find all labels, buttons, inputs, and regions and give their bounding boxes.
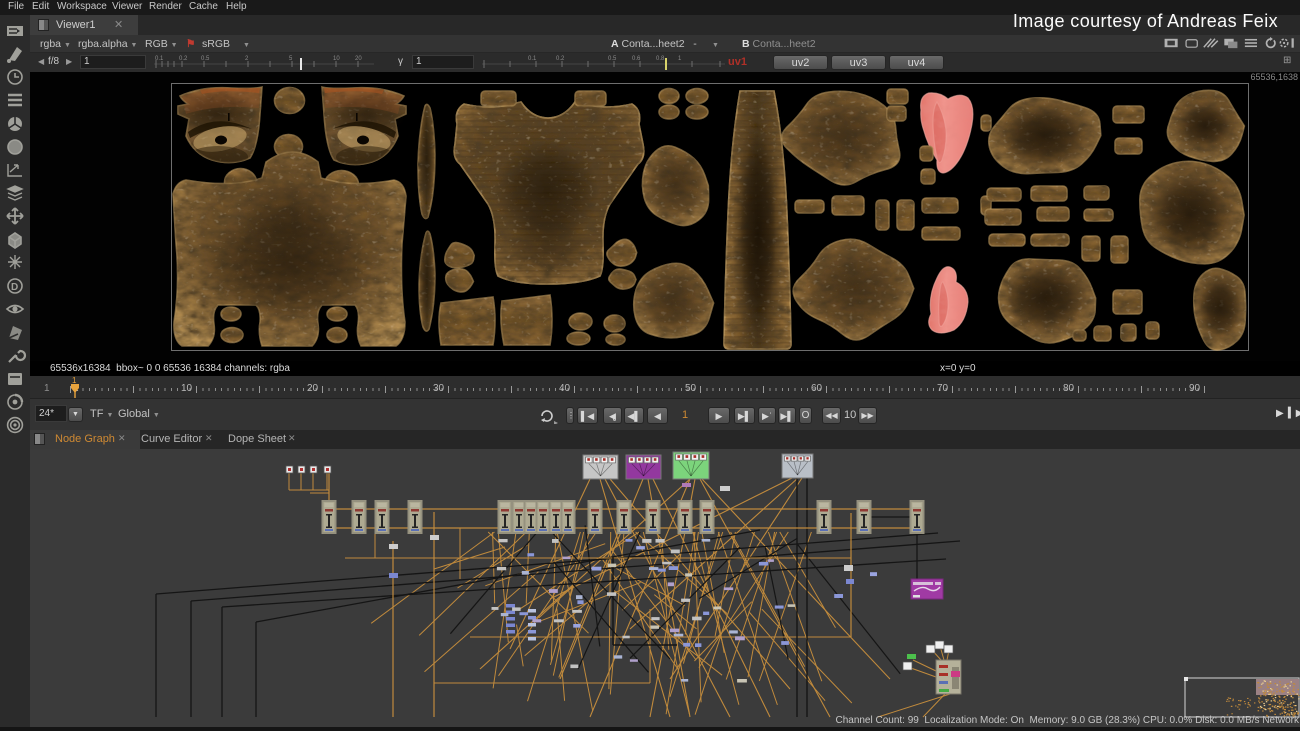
svg-text:0.2: 0.2 xyxy=(556,56,565,62)
svg-text:0.1: 0.1 xyxy=(528,56,537,62)
svg-text:20: 20 xyxy=(355,56,362,62)
svg-text:1: 1 xyxy=(72,376,77,385)
svg-text:0.8: 0.8 xyxy=(656,56,665,62)
svg-text:1: 1 xyxy=(678,56,682,62)
svg-text:10: 10 xyxy=(333,56,340,62)
svg-text:0.5: 0.5 xyxy=(201,56,210,62)
svg-text:0.5: 0.5 xyxy=(608,56,617,62)
svg-text:0.1: 0.1 xyxy=(155,56,164,62)
svg-text:0.6: 0.6 xyxy=(632,56,641,62)
svg-text:D: D xyxy=(11,282,18,293)
svg-text:0.2: 0.2 xyxy=(179,56,188,62)
